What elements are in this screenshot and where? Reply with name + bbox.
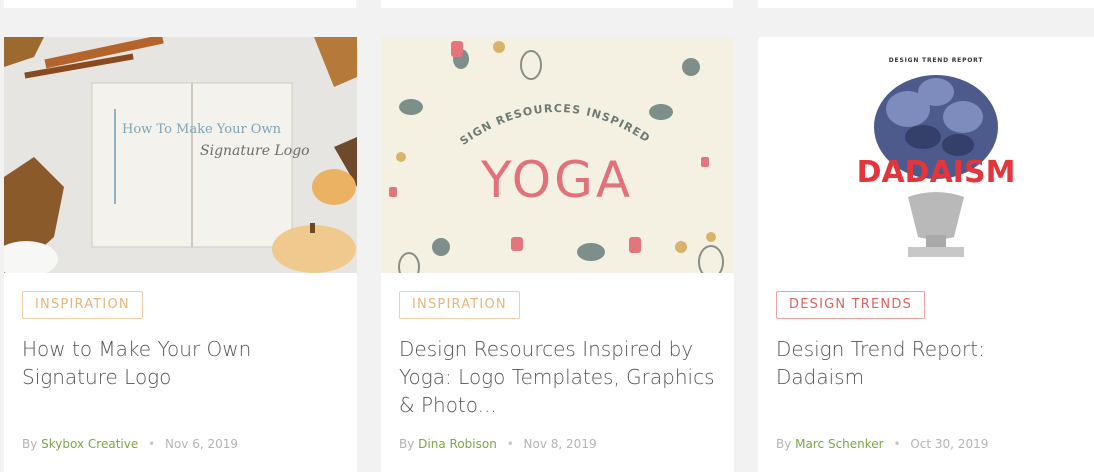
article-card-signature-logo[interactable]: How To Make Your Own Signature Logo INSP… (4, 37, 357, 472)
svg-text:DADAISM: DADAISM (857, 155, 1016, 190)
article-thumbnail-yoga[interactable]: DESIGN RESOURCES INSPIRED BY YOGA (381, 37, 734, 273)
category-badge-design-trends[interactable]: DESIGN TRENDS (776, 291, 926, 319)
author-link[interactable]: Dina Robison (418, 437, 497, 451)
publish-date: Oct 30, 2019 (910, 437, 989, 451)
separator-dot: • (506, 437, 514, 451)
previous-row-card-1 (4, 0, 356, 8)
svg-text:Signature Logo: Signature Logo (200, 143, 310, 159)
separator-dot: • (148, 437, 156, 451)
separator-dot: • (893, 437, 901, 451)
article-title[interactable]: Design Resources Inspired by Yoga: Logo … (399, 335, 719, 419)
article-meta: By Dina Robison • Nov 8, 2019 (399, 437, 597, 451)
category-badge-inspiration[interactable]: INSPIRATION (399, 291, 520, 319)
article-thumbnail-dadaism[interactable]: DESIGN TREND REPORT DADAISM (758, 37, 1094, 273)
by-label: By (22, 437, 38, 451)
article-thumbnail-notebook[interactable]: How To Make Your Own Signature Logo (4, 37, 357, 273)
by-label: By (399, 437, 415, 451)
yoga-pattern-illustration: DESIGN RESOURCES INSPIRED BY YOGA (381, 37, 734, 273)
previous-row-card-3 (758, 0, 1094, 8)
author-link[interactable]: Marc Schenker (795, 437, 883, 451)
notebook-illustration: How To Make Your Own Signature Logo (4, 37, 357, 273)
svg-text:DESIGN TREND REPORT: DESIGN TREND REPORT (889, 57, 984, 64)
article-title[interactable]: How to Make Your Own Signature Logo (22, 335, 342, 391)
by-label: By (776, 437, 792, 451)
svg-text:How To Make Your Own: How To Make Your Own (122, 122, 282, 137)
article-meta: By Marc Schenker • Oct 30, 2019 (776, 437, 988, 451)
article-meta: By Skybox Creative • Nov 6, 2019 (22, 437, 238, 451)
dadaism-cover-illustration: DESIGN TREND REPORT DADAISM (758, 37, 1094, 273)
previous-row-card-2 (381, 0, 733, 8)
publish-date: Nov 6, 2019 (164, 437, 239, 451)
article-card-dadaism[interactable]: DESIGN TREND REPORT DADAISM DESIGN TREND… (758, 37, 1094, 472)
publish-date: Nov 8, 2019 (523, 437, 597, 451)
category-badge-inspiration[interactable]: INSPIRATION (22, 291, 143, 319)
article-card-yoga-resources[interactable]: DESIGN RESOURCES INSPIRED BY YOGA INSPIR… (381, 37, 734, 472)
article-title[interactable]: Design Trend Report: Dadaism (776, 335, 1076, 391)
svg-text:YOGA: YOGA (480, 151, 633, 209)
author-link[interactable]: Skybox Creative (41, 437, 138, 451)
